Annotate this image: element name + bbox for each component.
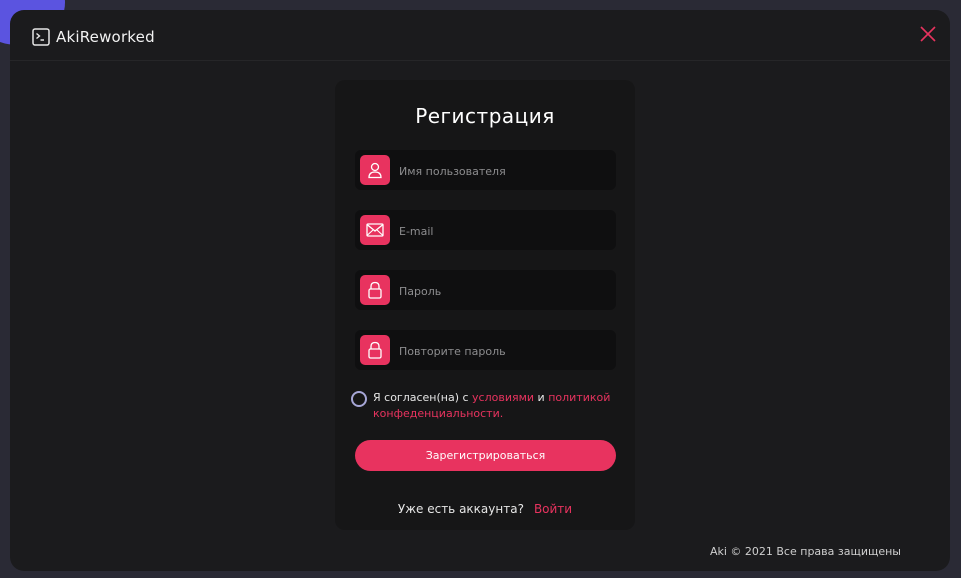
login-link[interactable]: Войти: [534, 502, 572, 516]
app-title: AkiReworked: [56, 28, 155, 46]
close-icon[interactable]: [918, 24, 938, 44]
lock-icon: [360, 275, 390, 305]
agree-radio[interactable]: [351, 391, 367, 407]
email-input[interactable]: [397, 210, 611, 252]
lock-icon: [360, 335, 390, 365]
app-window: AkiReworked Регистрация Имя пользователя…: [10, 10, 950, 571]
login-row: Уже есть аккаунта? Войти: [335, 502, 635, 516]
agree-text: Я согласен(на) с условиями и политикой к…: [373, 390, 623, 422]
password-input[interactable]: [397, 270, 611, 312]
repeat-password-field: [355, 330, 616, 372]
mail-icon: [360, 215, 390, 245]
agree-prefix: Я согласен(на) с: [373, 391, 473, 404]
terminal-icon: [32, 28, 50, 46]
username-field: [355, 150, 616, 192]
user-icon: [360, 155, 390, 185]
register-button[interactable]: Зарегистрироваться: [355, 440, 616, 471]
page-title: Регистрация: [415, 104, 555, 128]
registration-card: Регистрация Имя пользователя E-mail Я со…: [335, 80, 635, 530]
agree-middle: и: [534, 391, 549, 404]
repeat-password-input[interactable]: [397, 330, 611, 372]
email-field: [355, 210, 616, 252]
username-input[interactable]: [397, 150, 611, 192]
login-prompt: Уже есть аккаунта?: [397, 502, 524, 516]
terms-link[interactable]: условиями: [472, 391, 534, 404]
password-field: [355, 270, 616, 312]
footer-copyright: Aki © 2021 Все права защищены: [709, 545, 901, 558]
titlebar: AkiReworked: [10, 10, 950, 61]
